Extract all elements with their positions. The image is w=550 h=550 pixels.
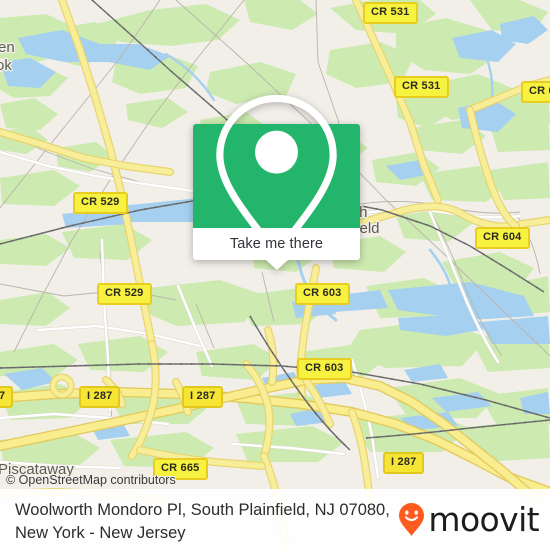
- moovit-wordmark: moovit: [428, 500, 539, 539]
- map-canvas[interactable]: .grn{fill:#cdeab0;} .wtr{fill:#a5d0f0;} …: [0, 0, 550, 550]
- road-shield-i287-edge: 7: [0, 386, 14, 408]
- road-shield-i287-west: I 287: [79, 386, 121, 408]
- road-shield-cr531-north: CR 531: [363, 2, 418, 24]
- road-shield-cr604: CR 604: [475, 227, 530, 249]
- road-shield-i287-south: I 287: [383, 452, 425, 474]
- road-shield-cr529-north: CR 529: [73, 192, 128, 214]
- popup-pointer-tail: [265, 260, 288, 270]
- address-line-1: Woolworth Mondoro Pl, South Plainfield, …: [15, 501, 390, 519]
- map-screenshot: .grn{fill:#cdeab0;} .wtr{fill:#a5d0f0;} …: [0, 0, 550, 550]
- popup-image-area: [193, 94, 360, 258]
- location-popup-card[interactable]: Take me there: [193, 94, 360, 270]
- road-shield-cr531-south: CR 531: [394, 76, 449, 98]
- address-line-2: New York - New Jersey: [15, 524, 186, 542]
- road-shield-cr529-south: CR 529: [97, 283, 152, 305]
- moovit-logo[interactable]: moovit: [398, 500, 540, 539]
- map-pin-icon: [216, 94, 337, 258]
- place-label-green: en: [0, 39, 15, 56]
- place-label-brook: ok: [0, 57, 12, 74]
- osm-attribution[interactable]: © OpenStreetMap contributors: [6, 473, 176, 487]
- road-shield-cr6: CR 6: [521, 81, 550, 103]
- moovit-pin-icon: [399, 503, 425, 536]
- address-block: Woolworth Mondoro Pl, South Plainfield, …: [15, 499, 410, 545]
- footer-bar: Woolworth Mondoro Pl, South Plainfield, …: [0, 489, 550, 550]
